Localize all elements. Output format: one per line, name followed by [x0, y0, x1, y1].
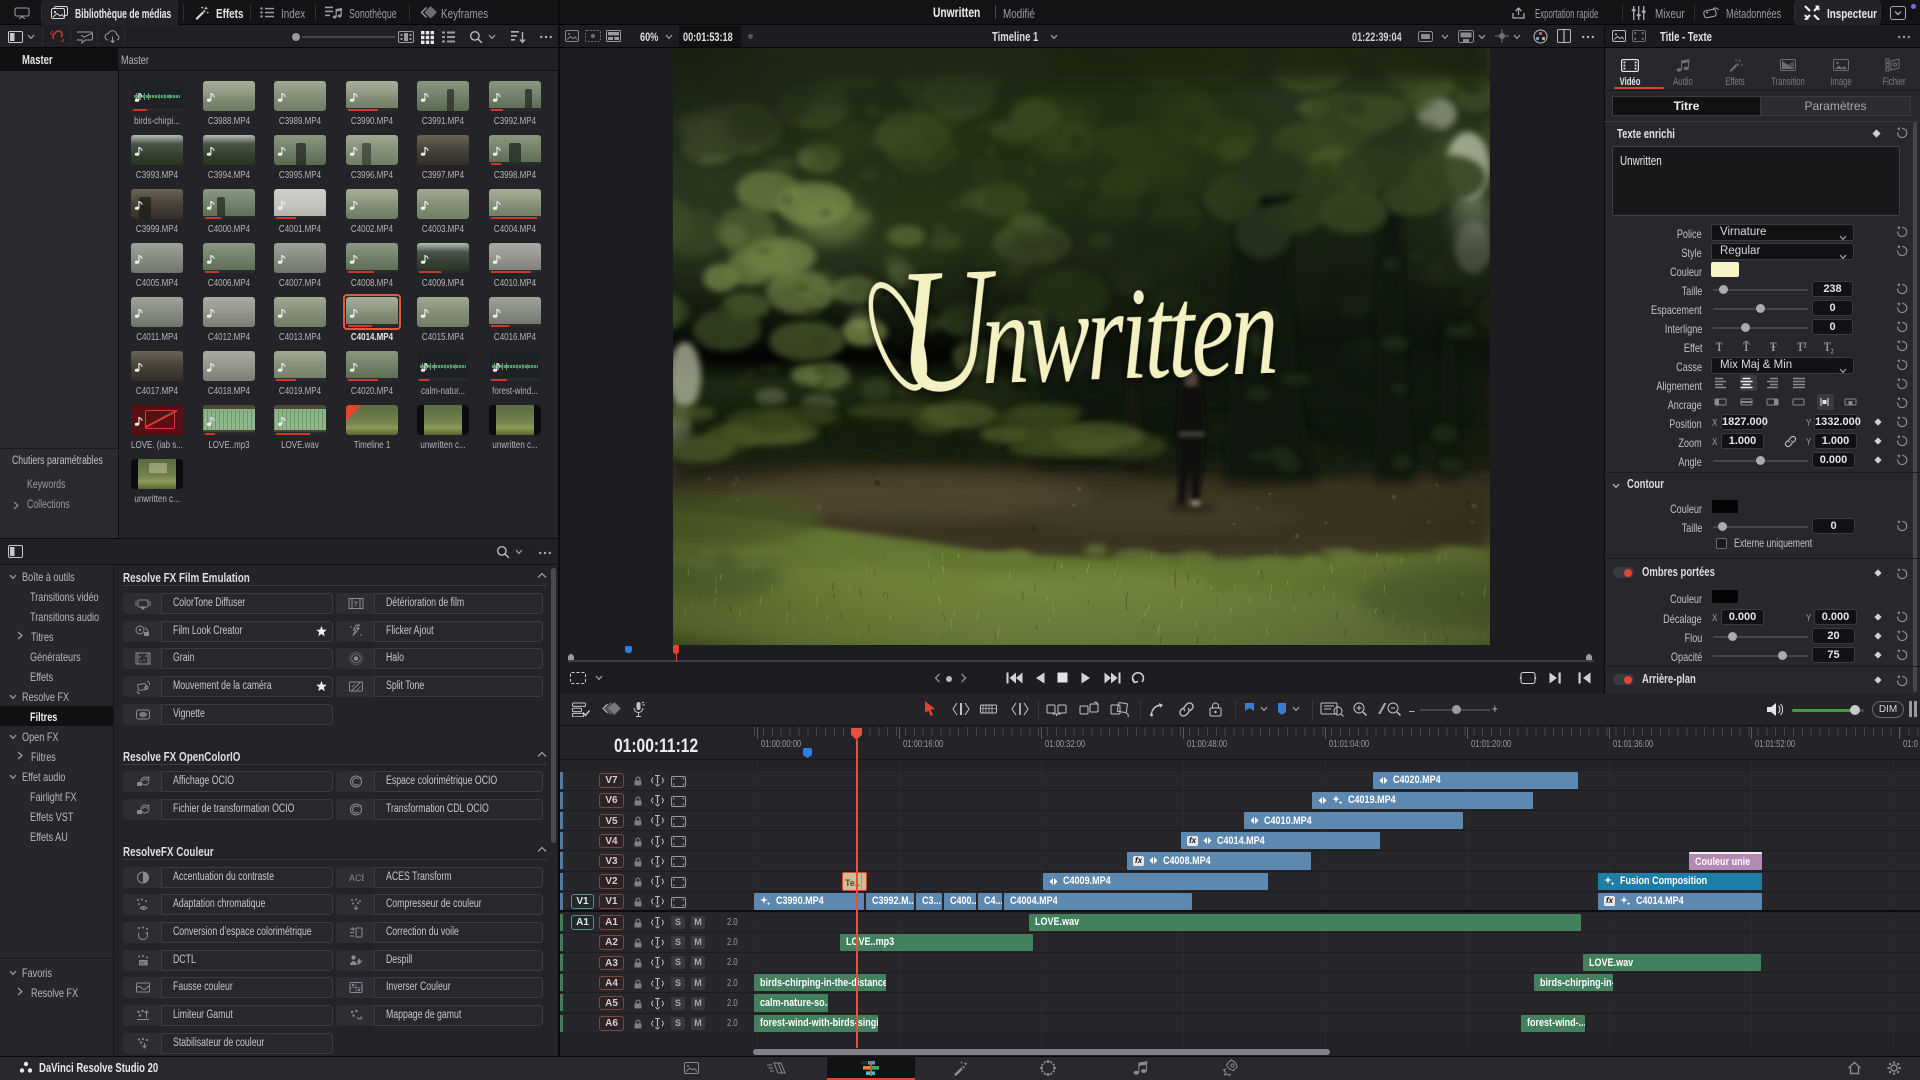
svg-text:ACES: ACES: [349, 873, 364, 883]
svg-text:DCTL: DCTL: [139, 960, 150, 965]
